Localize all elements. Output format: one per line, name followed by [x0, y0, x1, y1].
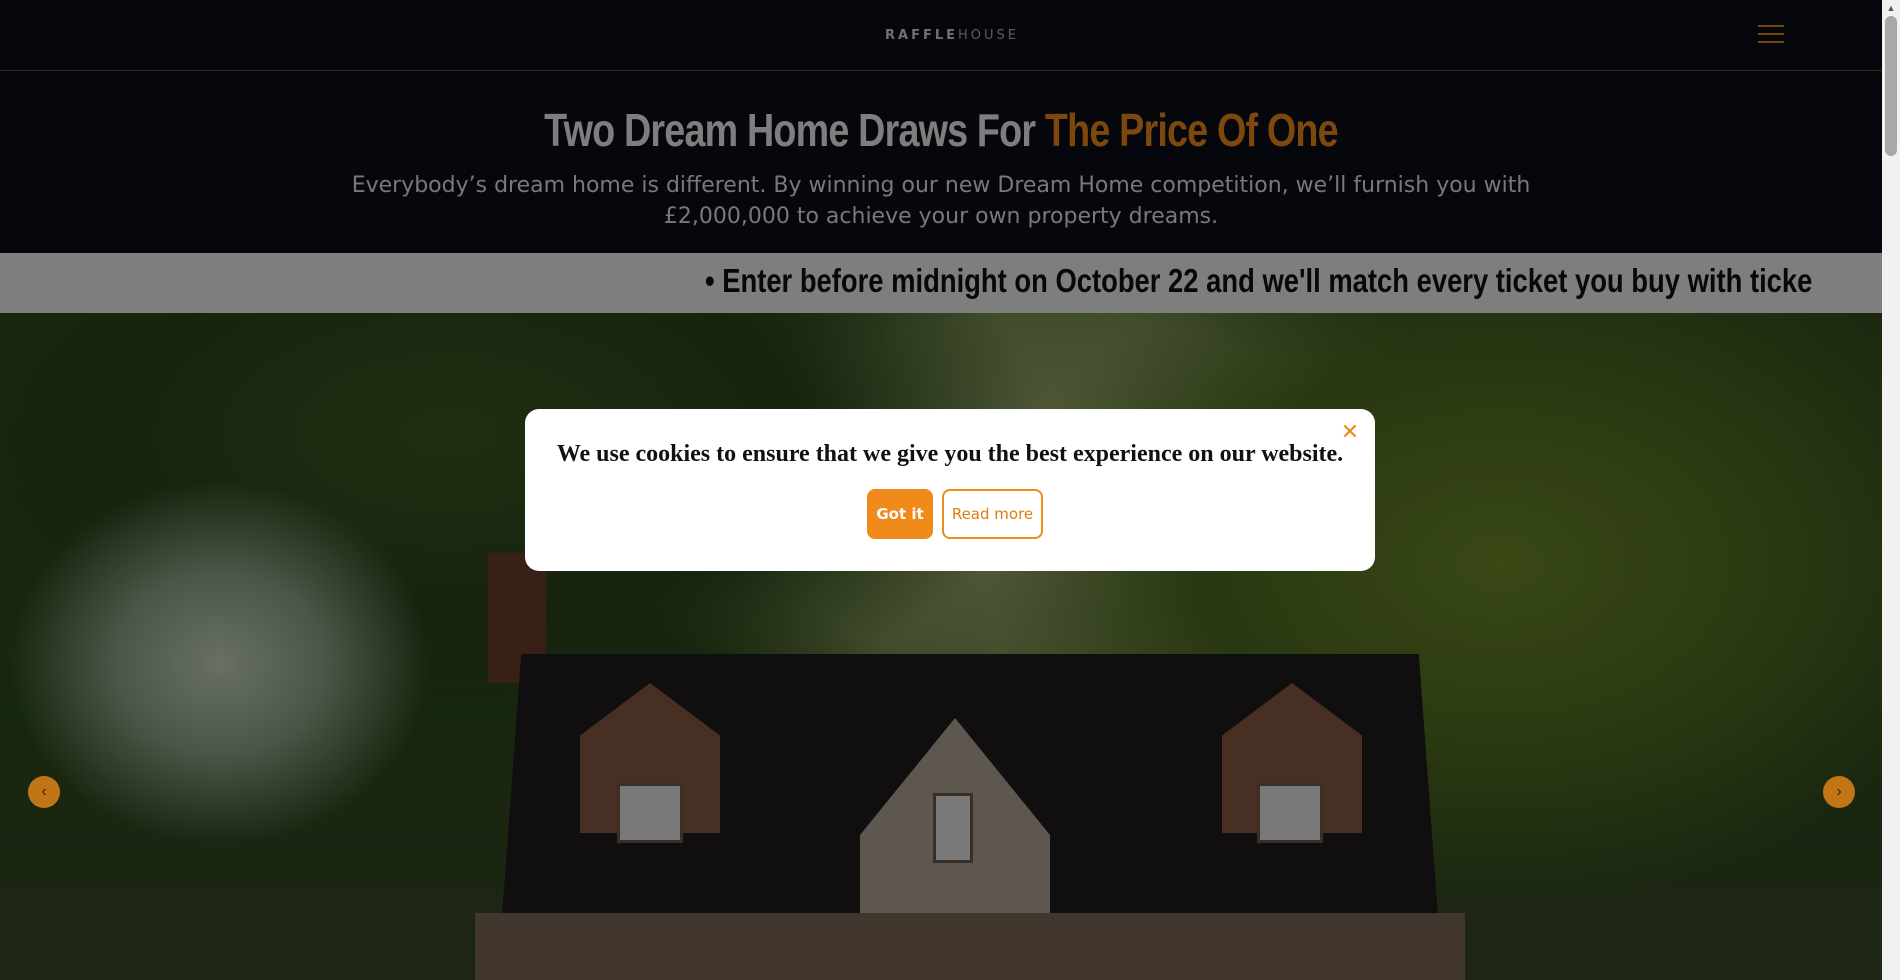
scroll-up-arrow-icon[interactable]: ▲: [1882, 0, 1900, 16]
cookie-consent-dialog: ✕ We use cookies to ensure that we give …: [525, 409, 1375, 571]
got-it-button[interactable]: Got it: [867, 489, 933, 539]
scrollbar-thumb[interactable]: [1885, 16, 1897, 156]
read-more-button[interactable]: Read more: [942, 489, 1043, 539]
chevron-right-icon[interactable]: ›: [1823, 776, 1855, 808]
page: RAFFLEHOUSE Two Dream Home Draws For The…: [0, 0, 1882, 980]
close-icon[interactable]: ✕: [1340, 422, 1360, 444]
cookie-message: We use cookies to ensure that we give yo…: [556, 441, 1344, 467]
chevron-left-icon[interactable]: ‹: [28, 776, 60, 808]
page-scrollbar[interactable]: ▲: [1882, 0, 1900, 980]
